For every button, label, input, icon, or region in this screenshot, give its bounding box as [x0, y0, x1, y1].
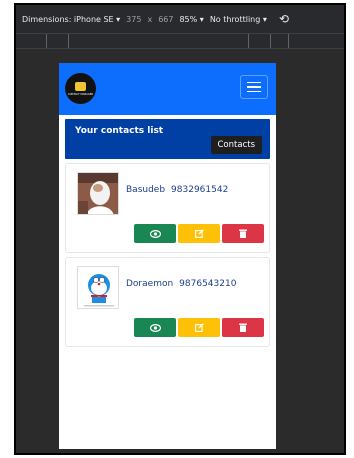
- throttling-selector[interactable]: No throttling ▾: [210, 15, 267, 24]
- delete-button[interactable]: [222, 224, 264, 243]
- contact-card: Basudeb 9832961542: [65, 163, 270, 253]
- zoom-label: 85%: [179, 14, 198, 24]
- contact-phone: 9876543210: [179, 279, 237, 289]
- width-field[interactable]: 375: [126, 15, 141, 24]
- contact-name[interactable]: Doraemon: [126, 279, 173, 289]
- page-title: Your contacts list: [75, 126, 164, 136]
- delete-button[interactable]: [222, 318, 264, 337]
- devtools-toolbar: Dimensions: iPhone SE ▾ 375 x 667 85% ▾ …: [16, 5, 344, 33]
- contact-card: Doraemon 9876543210: [65, 257, 270, 347]
- edit-button[interactable]: [178, 318, 220, 337]
- menu-toggle-button[interactable]: [240, 75, 268, 99]
- edit-icon: [194, 229, 204, 238]
- height-field[interactable]: 667: [158, 15, 173, 24]
- logo-text: CONTACT MANAGER: [67, 92, 94, 96]
- edit-icon: [194, 323, 204, 332]
- throttling-label: No throttling: [209, 14, 261, 24]
- contact-phone: 9832961542: [171, 185, 229, 195]
- contacts-button[interactable]: Contacts: [210, 136, 262, 154]
- logo-mark-icon: [75, 81, 86, 91]
- contact-name[interactable]: Basudeb: [126, 185, 165, 195]
- trash-icon: [239, 323, 247, 332]
- times-sign: x: [147, 14, 153, 24]
- contacts-header: Your contacts list Contacts: [65, 119, 270, 159]
- hamburger-line-icon: [247, 86, 261, 88]
- brand-logo[interactable]: CONTACT MANAGER: [65, 73, 96, 104]
- media-query-ruler: [16, 33, 344, 49]
- eye-icon: [149, 229, 161, 238]
- contact-info: Doraemon 9876543210: [126, 279, 236, 289]
- browser-frame: Dimensions: iPhone SE ▾ 375 x 667 85% ▾ …: [14, 3, 346, 455]
- device-selector[interactable]: Dimensions: iPhone SE ▾: [22, 15, 120, 24]
- edit-button[interactable]: [178, 224, 220, 243]
- device-label: Dimensions: iPhone SE: [22, 14, 114, 24]
- rotate-icon[interactable]: ⟲: [279, 12, 289, 26]
- view-button[interactable]: [134, 224, 176, 243]
- hamburger-line-icon: [247, 81, 261, 84]
- hamburger-line-icon: [247, 90, 261, 93]
- contact-info: Basudeb 9832961542: [126, 185, 228, 195]
- navbar: CONTACT MANAGER: [59, 63, 276, 115]
- contact-actions: [134, 224, 264, 243]
- avatar: [77, 266, 119, 309]
- device-viewport: CONTACT MANAGER Your contacts list Conta…: [59, 63, 276, 449]
- zoom-selector[interactable]: 85% ▾: [179, 15, 203, 24]
- contact-actions: [134, 318, 264, 337]
- trash-icon: [239, 229, 247, 238]
- avatar: [77, 172, 119, 215]
- eye-icon: [149, 323, 161, 332]
- view-button[interactable]: [134, 318, 176, 337]
